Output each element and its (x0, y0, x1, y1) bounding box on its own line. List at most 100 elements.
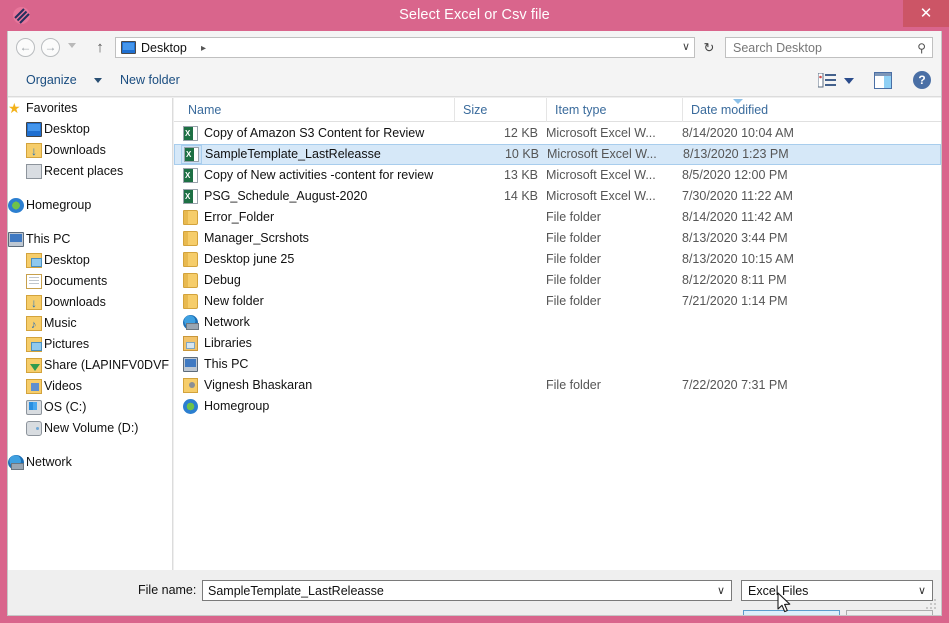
organize-chevron-down-icon[interactable] (94, 78, 102, 83)
file-type-chevron-down-icon[interactable]: ∨ (918, 584, 926, 599)
documents-icon (26, 274, 42, 289)
table-row[interactable]: Desktop june 25File folder8/13/2020 10:1… (174, 249, 941, 270)
sidebar-item-desktop[interactable]: Desktop (8, 119, 172, 140)
sidebar-item-recent-places[interactable]: Recent places (8, 161, 172, 182)
column-header-date-modified[interactable]: Date modified (682, 98, 807, 122)
cell-date-modified: 8/5/2020 12:00 PM (682, 165, 832, 186)
forward-button[interactable]: → (41, 38, 60, 57)
cell-date-modified: 7/30/2020 11:22 AM (682, 186, 832, 207)
table-row[interactable]: Libraries (174, 333, 941, 354)
cell-size (454, 375, 538, 396)
file-type-select[interactable]: Excel Files ∨ (741, 580, 933, 601)
sidebar-item-documents[interactable]: Documents (8, 271, 172, 292)
recent-locations-chevron-down-icon[interactable] (68, 43, 76, 48)
address-bar[interactable]: Desktop ▸ (115, 37, 695, 58)
view-options-chevron-down-icon[interactable] (844, 78, 854, 84)
cell-file-name: Homegroup (204, 396, 452, 417)
sidebar-item-downloads[interactable]: Downloads (8, 292, 172, 313)
excel-file-icon (183, 126, 198, 141)
file-list-pane[interactable]: Name Size Item type Date modified Copy o… (174, 98, 941, 570)
table-row[interactable]: PSG_Schedule_August-202014 KBMicrosoft E… (174, 186, 941, 207)
cell-file-name: Debug (204, 270, 452, 291)
sidebar-item-new-volume-d[interactable]: New Volume (D:) (8, 418, 172, 439)
sidebar-item-label: OS (C:) (44, 397, 86, 418)
file-type-value: Excel Files (748, 583, 808, 599)
sidebar-item-label: Desktop (44, 119, 90, 140)
preview-pane-icon[interactable] (874, 72, 892, 89)
file-name-chevron-down-icon[interactable]: ∨ (717, 584, 725, 599)
cancel-button[interactable]: Cancel (846, 610, 933, 616)
sidebar-item-homegroup[interactable]: Homegroup (8, 195, 172, 216)
network-icon (8, 455, 24, 470)
file-name-input[interactable]: SampleTemplate_LastReleasse ∨ (202, 580, 732, 601)
sidebar-item-favorites[interactable]: ★Favorites (8, 98, 172, 119)
sidebar-item-videos[interactable]: Videos (8, 376, 172, 397)
close-button[interactable]: ✕ (903, 0, 949, 27)
up-button[interactable]: ↑ (92, 39, 108, 57)
sidebar-item-pictures[interactable]: Pictures (8, 334, 172, 355)
cell-item-type (546, 312, 674, 333)
user-folder-icon (183, 378, 198, 393)
sidebar-item-music[interactable]: Music (8, 313, 172, 334)
cell-file-name: Error_Folder (204, 207, 452, 228)
sidebar-item-downloads[interactable]: Downloads (8, 140, 172, 161)
pictures-icon (26, 337, 42, 352)
table-row[interactable]: New folderFile folder7/21/2020 1:14 PM (174, 291, 941, 312)
search-input[interactable]: Search Desktop ⚲ (725, 37, 933, 58)
folder-icon (183, 294, 198, 309)
libraries-icon (183, 336, 198, 351)
cell-size (454, 396, 538, 417)
cell-date-modified: 8/13/2020 3:44 PM (682, 228, 832, 249)
breadcrumb-desktop[interactable]: Desktop (141, 40, 187, 57)
cell-item-type: File folder (546, 270, 674, 291)
table-row[interactable]: Debug File folder 8/12/2020 8:11 PM (174, 270, 941, 291)
column-header-item-type[interactable]: Item type (546, 98, 682, 122)
sidebar-item-label: Downloads (44, 292, 106, 313)
address-dropdown-chevron-down-icon[interactable]: ∨ (677, 37, 695, 58)
table-row[interactable]: SampleTemplate_LastReleasse10 KBMicrosof… (174, 144, 941, 165)
help-icon[interactable]: ? (913, 71, 931, 89)
column-header-size[interactable]: Size (454, 98, 546, 122)
refresh-icon[interactable]: ↻ (698, 37, 720, 58)
sidebar-item-network[interactable]: Network (8, 452, 172, 473)
breadcrumb-separator-icon[interactable]: ▸ (201, 41, 206, 56)
open-button[interactable]: Open (743, 610, 840, 616)
table-row[interactable]: Homegroup (174, 396, 941, 417)
cell-date-modified: 8/13/2020 1:23 PM (683, 145, 833, 164)
command-bar: Organize New folder ? (8, 64, 941, 97)
organize-button[interactable]: Organize (22, 70, 81, 91)
table-row[interactable]: Vignesh BhaskaranFile folder7/22/2020 7:… (174, 375, 941, 396)
table-row[interactable]: Network (174, 312, 941, 333)
back-button[interactable]: ← (16, 38, 35, 57)
table-row[interactable]: Copy of New activities -content for revi… (174, 165, 941, 186)
cell-size: 14 KB (454, 186, 538, 207)
sidebar-item-label: Recent places (44, 161, 123, 182)
navigation-pane[interactable]: ★FavoritesDesktopDownloadsRecent placesH… (8, 98, 173, 570)
table-row[interactable]: Manager_ScrshotsFile folder8/13/2020 3:4… (174, 228, 941, 249)
star-icon: ★ (8, 101, 24, 116)
videos-icon (26, 379, 42, 394)
sidebar-item-desktop[interactable]: Desktop (8, 250, 172, 271)
sidebar-item-os-c[interactable]: OS (C:) (8, 397, 172, 418)
cell-date-modified: 8/13/2020 10:15 AM (682, 249, 832, 270)
title-bar[interactable]: Select Excel or Csv file ✕ (0, 0, 949, 31)
table-row[interactable]: This PC (174, 354, 941, 375)
column-header-name[interactable]: Name (182, 98, 452, 122)
cell-size (454, 228, 538, 249)
sidebar-item-label: Homegroup (26, 195, 91, 216)
column-header-row: Name Size Item type Date modified (174, 98, 941, 122)
cell-size (454, 312, 538, 333)
new-folder-button[interactable]: New folder (116, 70, 184, 91)
sidebar-item-share-lapinfv0dvf[interactable]: Share (LAPINFV0DVF (8, 355, 172, 376)
cell-item-type: Microsoft Excel W... (547, 145, 675, 164)
resize-grip[interactable] (926, 599, 938, 611)
table-row[interactable]: Error_FolderFile folder8/14/2020 11:42 A… (174, 207, 941, 228)
sidebar-item-this-pc[interactable]: This PC (8, 229, 172, 250)
sidebar-item-label: Documents (44, 271, 107, 292)
cell-item-type: Microsoft Excel W... (546, 165, 674, 186)
cell-date-modified: 8/12/2020 8:11 PM (682, 270, 832, 291)
dialog-client-area: ← → ↑ Desktop ▸ ∨ ↻ Search Desktop ⚲ Org… (7, 31, 942, 616)
table-row[interactable]: Copy of Amazon S3 Content for Review12 K… (174, 123, 941, 144)
sort-descending-icon (733, 99, 743, 104)
view-options-icon[interactable] (818, 73, 836, 88)
